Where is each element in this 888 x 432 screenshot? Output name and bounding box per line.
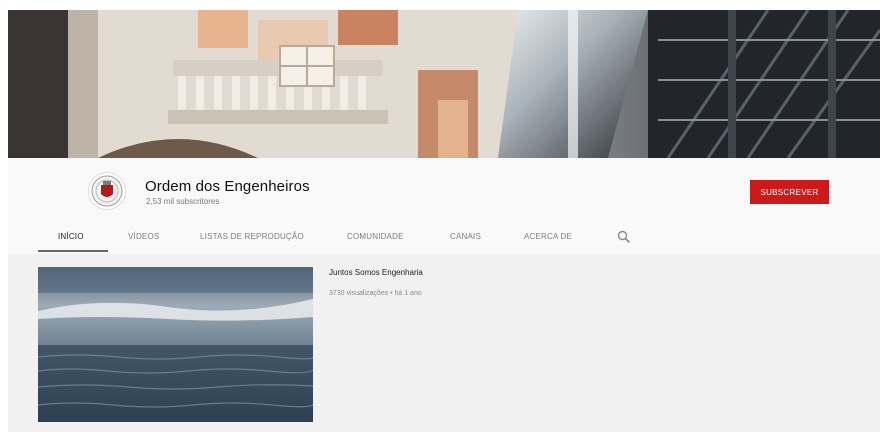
channel-tabs: INÍCIO VÍDEOS LISTAS DE REPRODUÇÃO COMUN… bbox=[8, 224, 880, 254]
featured-video-thumbnail[interactable] bbox=[38, 267, 313, 422]
tab-videos[interactable]: VÍDEOS bbox=[128, 232, 159, 241]
tab-about[interactable]: ACERCA DE bbox=[524, 232, 572, 241]
tab-community[interactable]: COMUNIDADE bbox=[347, 232, 404, 241]
active-tab-indicator bbox=[38, 250, 108, 252]
tab-channels[interactable]: CANAIS bbox=[450, 232, 481, 241]
channel-home-content: Juntos Somos Engenharia 3730 visualizaçõ… bbox=[8, 254, 880, 432]
channel-banner bbox=[8, 10, 880, 158]
banner-image bbox=[8, 10, 880, 158]
channel-name: Ordem dos Engenheiros bbox=[145, 178, 310, 195]
channel-logo-icon bbox=[91, 175, 123, 207]
subscribe-button[interactable]: SUBSCREVER bbox=[750, 180, 829, 204]
channel-avatar[interactable] bbox=[88, 172, 126, 210]
featured-video-title[interactable]: Juntos Somos Engenharia bbox=[329, 268, 423, 277]
video-thumbnail-image bbox=[38, 267, 313, 422]
featured-video-meta: 3730 visualizações • há 1 ano bbox=[329, 290, 422, 297]
tab-playlists[interactable]: LISTAS DE REPRODUÇÃO bbox=[200, 232, 304, 241]
search-icon[interactable] bbox=[617, 230, 631, 244]
subscriber-count: 2,53 mil subscritores bbox=[146, 197, 220, 206]
tab-inicio[interactable]: INÍCIO bbox=[58, 232, 84, 241]
channel-header: Ordem dos Engenheiros 2,53 mil subscrito… bbox=[8, 158, 880, 254]
